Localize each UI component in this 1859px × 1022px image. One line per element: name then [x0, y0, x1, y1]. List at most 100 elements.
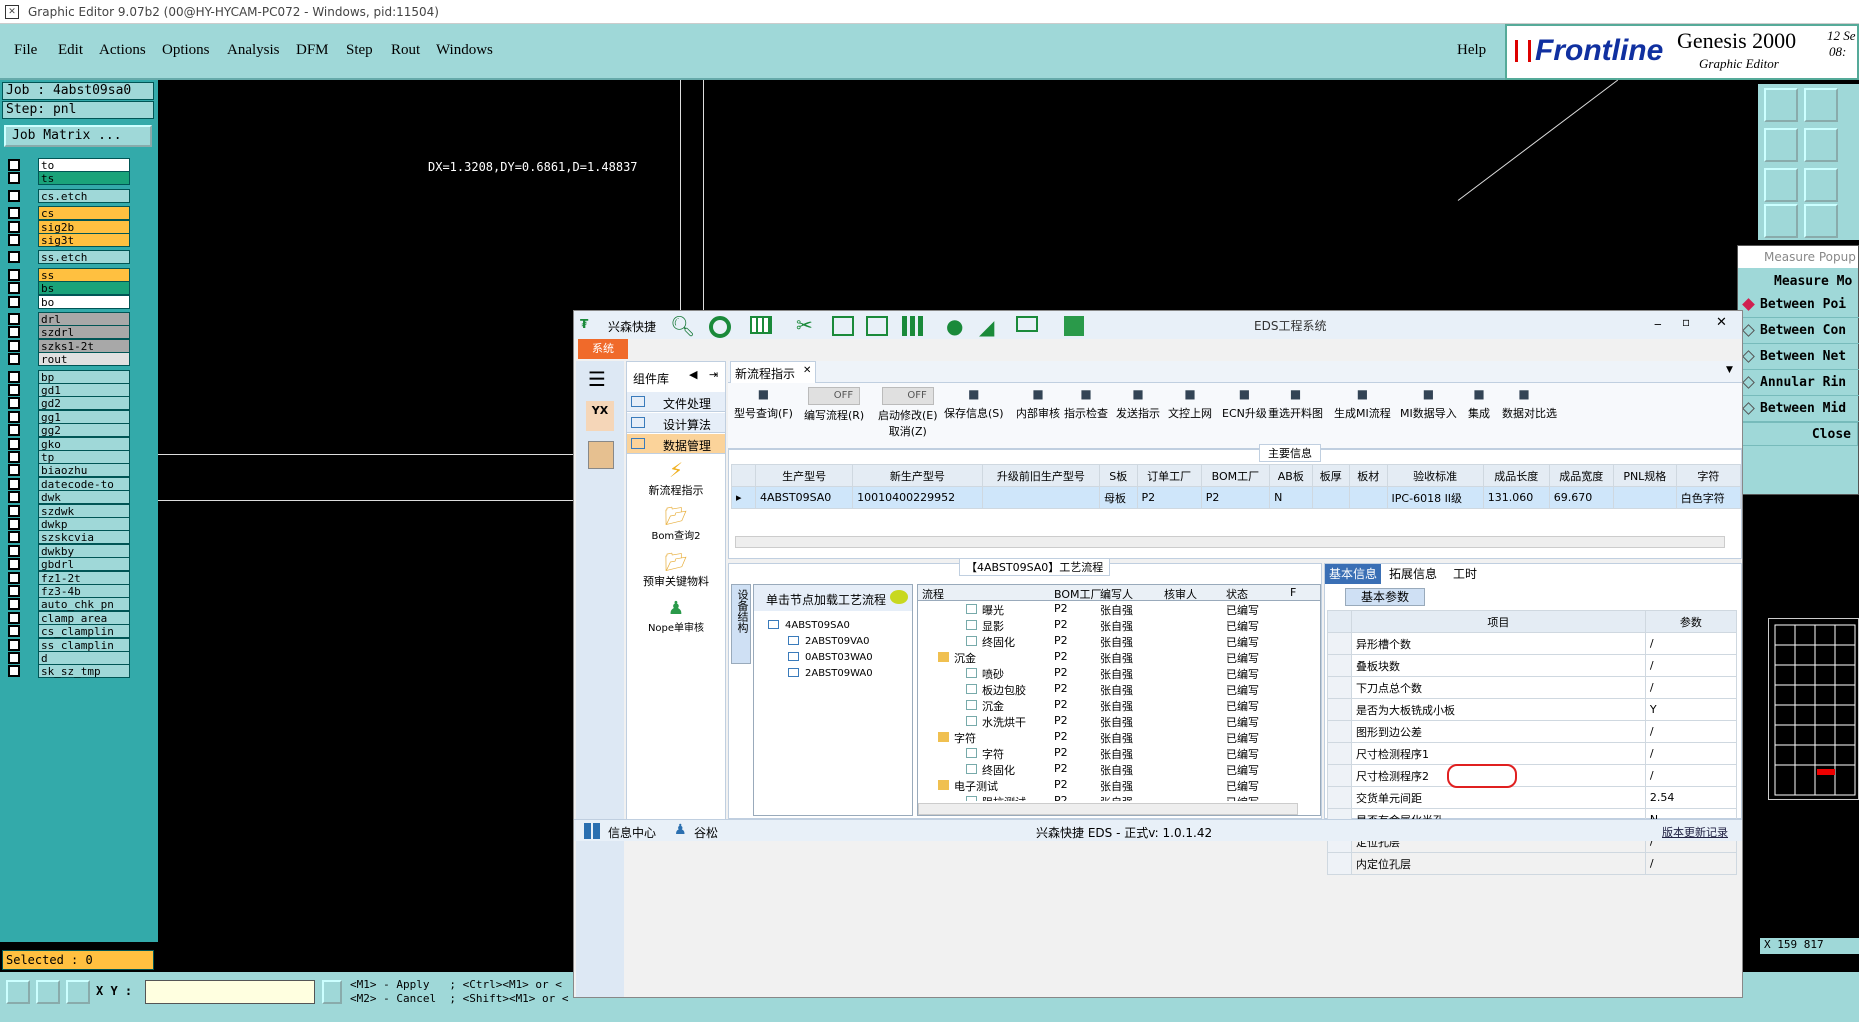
toggle-switch[interactable]: OFF [808, 387, 861, 405]
tool-icon-2[interactable] [1804, 88, 1838, 122]
menu-analysis[interactable]: Analysis [227, 42, 280, 59]
close-icon[interactable]: ✕ [1716, 315, 1727, 330]
layer-checkbox[interactable] [8, 625, 20, 638]
flow-row[interactable]: 水洗烘干 P2 张自强 已编写 [918, 713, 1320, 729]
layer-name[interactable]: szdwk [38, 503, 130, 518]
param-column-header[interactable]: 项目 [1351, 610, 1646, 633]
layer-checkbox[interactable] [8, 251, 20, 264]
layer-name[interactable]: d [38, 651, 130, 665]
flow-row[interactable]: 阻抗测试 P2 张自强 已编写 [918, 793, 1320, 801]
layer-checkbox[interactable] [8, 159, 20, 171]
ribbon-button-6[interactable]: ■ 发送指示 [1116, 387, 1160, 421]
layer-row-gko[interactable]: gko [8, 436, 130, 451]
param-value[interactable]: / [1644, 654, 1738, 677]
layer-row-fz3-4b[interactable]: fz3-4b [8, 584, 130, 598]
flow-row[interactable]: 终固化 P2 张自强 已编写 [918, 761, 1320, 777]
column-header[interactable]: 生产型号 [754, 464, 854, 487]
layer-name[interactable]: ss_clamplin [38, 637, 130, 652]
flow-row[interactable]: 曝光 P2 张自强 已编写 [918, 601, 1320, 617]
param-value[interactable]: / [1644, 764, 1738, 787]
column-header[interactable]: PNL规格 [1612, 464, 1677, 487]
table-cell[interactable]: 69.670 [1548, 486, 1614, 509]
layer-row-bs[interactable]: bs [8, 281, 130, 296]
table-cell[interactable] [1311, 486, 1351, 509]
layer-name[interactable]: dwkby [38, 543, 130, 558]
layer-checkbox[interactable] [8, 207, 20, 220]
flow-row[interactable]: 终固化 P2 张自强 已编写 [918, 633, 1320, 649]
bottom-tool-icon-2[interactable] [36, 980, 60, 1004]
nav-file-processing[interactable]: 文件处理 [627, 392, 725, 412]
measure-option-annular-ring[interactable]: Annular Rin [1740, 370, 1859, 396]
param-row[interactable]: 是否为大板铣成小板 Y [1327, 698, 1738, 721]
nav-design-algorithm[interactable]: 设计算法 [627, 413, 725, 433]
minimize-icon[interactable]: ‒ [1654, 317, 1662, 331]
windows-icon[interactable] [1064, 316, 1084, 336]
ribbon-button-9[interactable]: ■ 重选开料图 [1268, 387, 1323, 421]
menu-windows[interactable]: Windows [436, 42, 493, 59]
layer-row-sk_sz_tmp[interactable]: sk_sz_tmp [8, 664, 130, 679]
right-tab-hours[interactable]: 工时 [1445, 564, 1485, 584]
layer-name[interactable]: sig3t [38, 233, 130, 247]
tool-icon-4[interactable] [1804, 128, 1838, 162]
param-subtab[interactable]: 基本参数 [1345, 588, 1425, 606]
layer-name[interactable]: gko [38, 436, 130, 451]
column-header[interactable]: 新生产型号 [852, 464, 983, 487]
ribbon-button-4[interactable]: ■ 内部审核 [1016, 387, 1060, 421]
layer-row-gd1[interactable]: gd1 [8, 383, 130, 397]
layer-name[interactable]: ss.etch [38, 250, 130, 265]
layer-row-sig3t[interactable]: sig3t [8, 233, 130, 247]
copy-icon[interactable] [866, 316, 888, 336]
grid-app-icon[interactable] [584, 823, 600, 839]
param-value[interactable]: / [1644, 676, 1738, 699]
layer-checkbox[interactable] [8, 491, 20, 504]
ribbon-button-1[interactable]: OFF 编写流程(R) [804, 387, 864, 423]
launcher-new-flow[interactable]: ⚡ 新流程指示 [627, 458, 725, 504]
menu-help[interactable]: Help [1457, 42, 1486, 59]
layer-name[interactable]: szdrl [38, 325, 130, 340]
layer-checkbox[interactable] [8, 424, 20, 437]
monitor-icon[interactable] [1016, 316, 1038, 332]
measure-option-between-contours[interactable]: Between Con [1740, 318, 1859, 344]
param-value[interactable]: / [1644, 720, 1738, 743]
tab-close-icon[interactable]: ✕ [803, 365, 811, 376]
flow-row[interactable]: 显影 P2 张自强 已编写 [918, 617, 1320, 633]
layer-row-clamp_area[interactable]: clamp_area [8, 610, 130, 625]
layer-name[interactable]: sk_sz_tmp [38, 664, 130, 679]
table-cell[interactable]: 10010400229952 [852, 486, 983, 509]
layer-row-tp[interactable]: tp [8, 450, 130, 464]
column-header[interactable]: 板材 [1349, 464, 1388, 487]
right-tab-basic[interactable]: 基本信息 [1325, 564, 1381, 584]
lifebuoy-icon[interactable] [709, 316, 731, 338]
layer-name[interactable]: clamp_area [38, 610, 130, 625]
layer-checkbox[interactable] [8, 585, 20, 597]
param-value[interactable]: / [1644, 742, 1738, 765]
launcher-bom-query[interactable]: 📂︎ Bom查询2 [627, 506, 725, 552]
flow-row[interactable]: 字符 P2 张自强 已编写 [918, 729, 1320, 745]
job-matrix-button[interactable]: Job Matrix ... [4, 125, 152, 147]
layer-name[interactable]: bp [38, 369, 130, 384]
info-center-link[interactable]: 信息中心 [608, 824, 656, 841]
flow-scrollbar[interactable] [918, 803, 1298, 815]
param-value[interactable]: 2.54 [1644, 786, 1738, 809]
column-header[interactable]: BOM工厂 [1200, 464, 1271, 487]
search-icon[interactable]: 🔍︎ [670, 314, 695, 338]
table-cell[interactable] [981, 486, 1101, 509]
toggle-switch[interactable]: OFF [881, 387, 934, 405]
column-header[interactable]: 验收标准 [1386, 464, 1484, 487]
flow-column-header[interactable]: 核审人 [1164, 586, 1197, 602]
layer-checkbox[interactable] [8, 384, 20, 396]
layer-row-dwkp[interactable]: dwkp [8, 517, 130, 531]
tool-icon-3[interactable] [1764, 128, 1798, 162]
layer-checkbox[interactable] [8, 518, 20, 530]
flow-row[interactable]: 沉金 P2 张自强 已编写 [918, 697, 1320, 713]
layer-row-gg1[interactable]: gg1 [8, 409, 130, 424]
flow-column-header[interactable]: 状态 [1226, 586, 1248, 602]
layer-name[interactable]: szks1-2t [38, 338, 130, 353]
column-header[interactable]: 成品长度 [1482, 464, 1550, 487]
layer-row-datecode-to[interactable]: datecode-to [8, 476, 130, 491]
layer-row-bp[interactable]: bp [8, 369, 130, 384]
param-row[interactable]: 内定位孔层 / [1327, 852, 1738, 875]
layer-row-auto_chk_pn[interactable]: auto_chk_pn [8, 597, 130, 612]
table-cell[interactable]: 131.060 [1482, 486, 1550, 509]
layer-row-bo[interactable]: bo [8, 294, 130, 309]
